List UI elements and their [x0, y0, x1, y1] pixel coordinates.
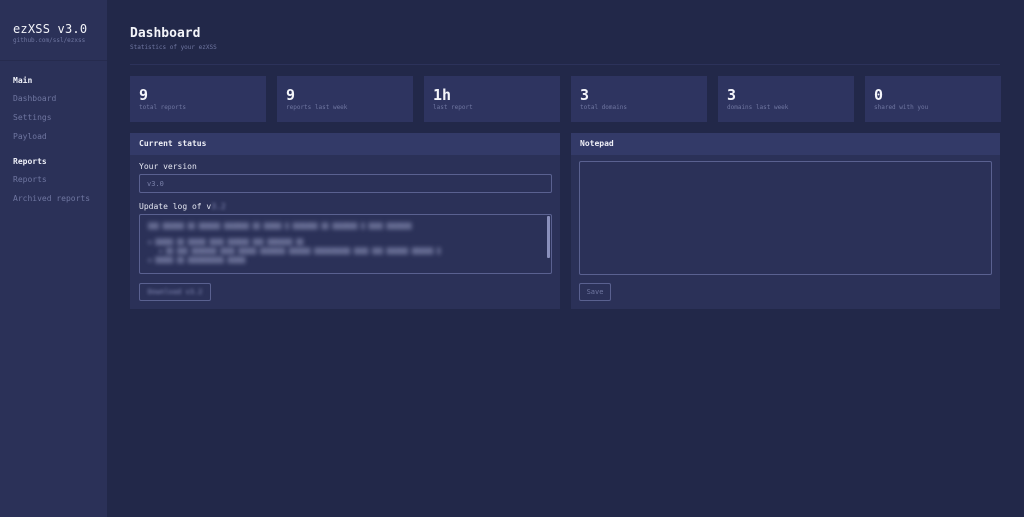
stat-value: 9 [139, 86, 149, 104]
stat-label: reports last week [286, 104, 348, 111]
stat-label: total reports [139, 104, 186, 111]
update-log-label-text: Update log of v [139, 202, 212, 211]
update-log-scrollbar[interactable] [547, 216, 550, 258]
card-header-current-status: Current status [130, 133, 560, 155]
download-button[interactable]: Download v3.2 [139, 283, 211, 301]
update-log-blurred-line: ▪ ▒▒ ▒▒▒ ▒▒▒▒▒▒▒ ▒▒▒▒ ▒▒▒▒▒ ▒▒▒▒▒▒▒ ▒▒▒▒… [148, 248, 441, 255]
stat-value: 9 [286, 86, 296, 104]
stat-label: domains last week [727, 104, 789, 111]
stat-card-last-report: 1h last report [424, 76, 560, 122]
main-content: Dashboard Statistics of your ezXSS 9 tot… [107, 0, 1024, 517]
stat-card-shared-with-you: 0 shared with you [865, 76, 1001, 122]
card-header-notepad: Notepad [571, 133, 1000, 155]
version-input[interactable] [139, 174, 552, 193]
stat-card-total-domains: 3 total domains [571, 76, 707, 122]
stat-value: 1h [433, 86, 452, 104]
stat-card-domains-last-week: 3 domains last week [718, 76, 854, 122]
stat-label: shared with you [874, 104, 929, 111]
stat-card-reports-last-week: 9 reports last week [277, 76, 413, 122]
update-log-blurred-line: ▪ ▒▒▒▒▒ ▒▒ ▒▒▒▒▒ ▒▒▒▒ ▒▒▒▒▒▒ ▒▒▒ ▒▒▒▒▒▒▒… [148, 239, 304, 246]
stat-label: last report [433, 104, 473, 111]
stat-card-total-reports: 9 total reports [130, 76, 266, 122]
stat-label: total domains [580, 104, 627, 111]
sidebar-item-archived-reports[interactable]: Archived reports [0, 189, 107, 208]
stats-row: 9 total reports 9 reports last week 1h l… [130, 76, 1001, 122]
update-log-version: 3.2 [211, 202, 226, 211]
download-button-label: Download v3.2 [147, 288, 203, 296]
nav-section-reports: Reports [13, 157, 47, 166]
save-button[interactable]: Save [579, 283, 611, 301]
sidebar: ezXSS v3.0 github.com/ssl/ezxss Main Das… [0, 0, 107, 517]
app-root: ezXSS v3.0 github.com/ssl/ezxss Main Das… [0, 0, 1024, 517]
page-subtitle: Statistics of your ezXSS [130, 44, 217, 51]
update-log-blurred-line: ▪ ▒▒▒▒▒ ▒▒ ▒▒▒▒▒▒▒▒▒▒ ▒▒▒▒▒ [148, 257, 246, 264]
notepad-textarea[interactable] [579, 161, 992, 275]
sidebar-item-payload[interactable]: Payload [0, 127, 107, 146]
brand-title[interactable]: ezXSS v3.0 [13, 22, 107, 36]
sidebar-item-reports[interactable]: Reports [0, 170, 107, 189]
page-title: Dashboard [130, 26, 201, 41]
stat-value: 3 [580, 86, 590, 104]
brand-subtitle[interactable]: github.com/ssl/ezxss [13, 37, 107, 45]
stat-value: 3 [727, 86, 737, 104]
nav-section-main: Main [13, 76, 33, 85]
update-log-box[interactable]: ▒▒▒ ▒▒▒▒▒▒ ▒▒ ▒▒▒▒▒▒ ▒▒▒▒▒▒▒ ▒▒ ▒▒▒▒▒ ▒ … [139, 214, 552, 274]
update-log-blurred-line: ▒▒▒ ▒▒▒▒▒▒ ▒▒ ▒▒▒▒▒▒ ▒▒▒▒▒▒▒ ▒▒ ▒▒▒▒▒ ▒ … [148, 223, 412, 230]
stat-value: 0 [874, 86, 884, 104]
current-status-card: Current status Your version Update log o… [130, 133, 560, 309]
notepad-card: Notepad Save [571, 133, 1000, 309]
page-header: Dashboard Statistics of your ezXSS [130, 26, 1000, 65]
version-label: Your version [139, 162, 197, 171]
sidebar-item-dashboard[interactable]: Dashboard [0, 89, 107, 108]
sidebar-item-settings[interactable]: Settings [0, 108, 107, 127]
brand: ezXSS v3.0 github.com/ssl/ezxss [0, 0, 107, 61]
update-log-label: Update log of v3.2 [139, 202, 226, 211]
